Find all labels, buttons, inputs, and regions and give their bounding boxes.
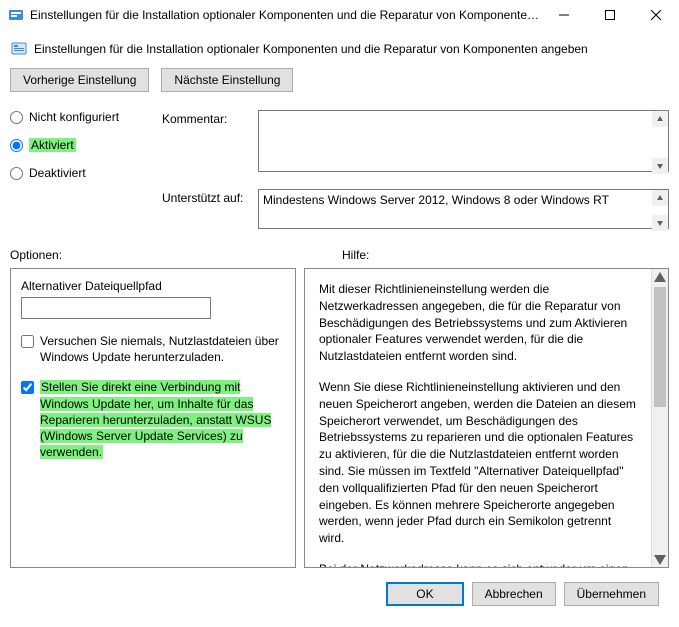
policy-icon — [10, 40, 28, 58]
scroll-down-icon[interactable] — [652, 158, 668, 174]
dialog-content: Einstellungen für die Installation optio… — [0, 30, 679, 606]
comment-wrap — [258, 110, 669, 175]
direct-wu-checkbox[interactable] — [21, 381, 34, 394]
state-radio-group: Nicht konfiguriert Aktiviert Deaktiviert — [10, 110, 144, 232]
radio-enabled-label: Aktiviert — [29, 138, 76, 152]
never-wu-checkbox[interactable] — [21, 335, 34, 348]
cancel-button[interactable]: Abbrechen — [472, 582, 556, 606]
fields-column: Kommentar: Unterstützt auf: — [162, 110, 669, 232]
comment-row: Kommentar: — [162, 110, 669, 175]
subheader: Einstellungen für die Installation optio… — [10, 38, 669, 68]
comment-label: Kommentar: — [162, 110, 250, 126]
app-icon — [8, 7, 24, 23]
close-button[interactable] — [633, 0, 679, 30]
scroll-down-icon[interactable] — [652, 215, 668, 231]
section-headers: Optionen: Hilfe: — [10, 248, 669, 262]
radio-not-configured-input[interactable] — [10, 111, 23, 124]
apply-button[interactable]: Übernehmen — [564, 582, 659, 606]
scroll-up-icon[interactable] — [652, 111, 668, 127]
ok-button[interactable]: OK — [386, 582, 463, 606]
next-setting-button[interactable]: Nächste Einstellung — [161, 68, 293, 92]
help-p1: Mit dieser Richtlinieneinstellung werden… — [319, 281, 637, 365]
direct-wu-label: Stellen Sie direkt eine Verbindung mit W… — [40, 380, 271, 459]
radio-disabled-label: Deaktiviert — [29, 166, 86, 180]
radio-not-configured-label: Nicht konfiguriert — [29, 110, 119, 124]
help-p3: Bei der Netzwerkadresse kann es sich ent… — [319, 561, 637, 567]
supported-label: Unterstützt auf: — [162, 189, 250, 205]
supported-wrap — [258, 189, 669, 232]
top-area: Nicht konfiguriert Aktiviert Deaktiviert… — [10, 110, 669, 232]
scroll-down-icon[interactable] — [652, 550, 668, 567]
titlebar: Einstellungen für die Installation optio… — [0, 0, 679, 30]
window-buttons — [541, 0, 679, 30]
radio-not-configured[interactable]: Nicht konfiguriert — [10, 110, 144, 124]
help-p2: Wenn Sie diese Richtlinieneinstellung ak… — [319, 379, 637, 547]
previous-setting-button[interactable]: Vorherige Einstellung — [10, 68, 149, 92]
radio-enabled[interactable]: Aktiviert — [10, 138, 144, 152]
options-pane: Alternativer Dateiquellpfad Versuchen Si… — [10, 268, 296, 568]
radio-disabled-input[interactable] — [10, 167, 23, 180]
bottom-button-bar: OK Abbrechen Übernehmen — [10, 582, 669, 606]
options-header: Optionen: — [10, 248, 342, 262]
supported-value — [258, 189, 669, 229]
never-wu-row[interactable]: Versuchen Sie niemals, Nutzlastdateien ü… — [21, 333, 285, 365]
help-text: Mit dieser Richtlinieneinstellung werden… — [305, 269, 651, 567]
never-wu-label: Versuchen Sie niemals, Nutzlastdateien ü… — [40, 334, 279, 364]
direct-wu-row[interactable]: Stellen Sie direkt eine Verbindung mit W… — [21, 379, 285, 460]
help-pane: Mit dieser Richtlinieneinstellung werden… — [304, 268, 669, 568]
help-scrollbar[interactable] — [651, 269, 668, 567]
scrollbar-thumb[interactable] — [654, 287, 666, 407]
supported-row: Unterstützt auf: — [162, 189, 669, 232]
panes: Alternativer Dateiquellpfad Versuchen Si… — [10, 268, 669, 568]
scroll-up-icon[interactable] — [652, 190, 668, 206]
maximize-button[interactable] — [587, 0, 633, 30]
alt-path-label: Alternativer Dateiquellpfad — [21, 279, 285, 293]
nav-row: Vorherige Einstellung Nächste Einstellun… — [10, 68, 669, 92]
radio-enabled-input[interactable] — [10, 139, 23, 152]
radio-disabled[interactable]: Deaktiviert — [10, 166, 144, 180]
help-header: Hilfe: — [342, 248, 669, 262]
alt-path-input[interactable] — [21, 297, 211, 319]
window-title: Einstellungen für die Installation optio… — [30, 8, 541, 22]
scroll-up-icon[interactable] — [652, 269, 668, 286]
subheader-text: Einstellungen für die Installation optio… — [34, 42, 588, 56]
comment-input[interactable] — [258, 110, 669, 172]
minimize-button[interactable] — [541, 0, 587, 30]
